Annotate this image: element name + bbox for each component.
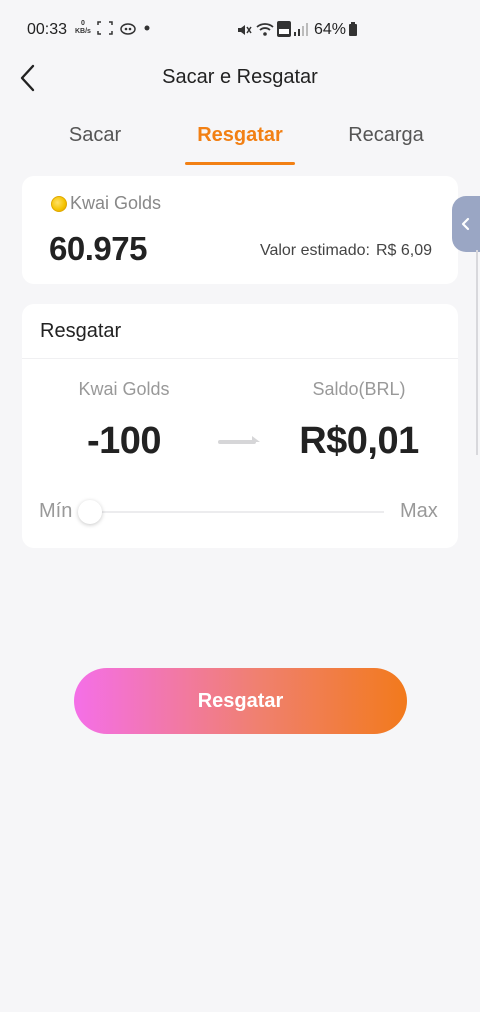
slider-max-label: Max — [400, 500, 438, 522]
redeem-section-title: Resgatar — [40, 320, 122, 342]
balance-card: Kwai Golds 60.975 Valor estimado: R$ 6,09 — [22, 176, 458, 284]
screenshot-icon — [97, 21, 113, 35]
amount-slider-thumb[interactable] — [78, 500, 102, 524]
side-edge-line — [476, 250, 478, 455]
redeem-button[interactable]: Resgatar — [74, 668, 407, 734]
network-speed: 0 KB/s — [75, 20, 91, 35]
tab-resgatar[interactable]: Resgatar — [190, 124, 290, 147]
battery-percent: 64% — [314, 21, 347, 38]
redeem-card: Resgatar Kwai Golds Saldo(BRL) -100 R$0,… — [22, 304, 458, 548]
mute-icon — [238, 25, 252, 35]
status-time: 00:33 — [27, 21, 68, 38]
arrow-right-icon — [218, 436, 260, 444]
to-amount: R$0,01 — [299, 420, 419, 462]
estimated-value: Valor estimado: R$ 6,09 — [260, 242, 432, 260]
tab-sacar[interactable]: Sacar — [60, 124, 130, 147]
amount-slider-track[interactable] — [80, 511, 384, 513]
status-left-icons: 0 KB/s — [75, 20, 151, 36]
tab-bar: Sacar Resgatar Recarga — [0, 120, 480, 170]
balance-currency-label: Kwai Golds — [70, 193, 162, 213]
dot-icon — [144, 25, 150, 31]
active-tab-indicator — [185, 162, 295, 165]
from-currency-label: Kwai Golds — [78, 379, 170, 399]
divider — [22, 358, 458, 359]
wifi-icon — [256, 23, 274, 36]
lte-icon — [277, 21, 291, 37]
side-float-tab[interactable] — [452, 196, 480, 252]
estimated-amount: R$ 6,09 — [375, 242, 432, 259]
balance-amount: 60.975 — [49, 230, 147, 267]
signal-icon — [294, 23, 308, 36]
battery-icon — [349, 22, 357, 36]
chevron-left-icon — [461, 217, 470, 231]
from-amount: -100 — [86, 420, 162, 462]
to-currency-label: Saldo(BRL) — [312, 379, 406, 399]
page-title: Sacar e Resgatar — [162, 66, 318, 88]
tab-recarga[interactable]: Recarga — [340, 124, 432, 147]
status-bar: 00:33 0 KB/s 64% — [0, 0, 480, 58]
app-notification-icon — [120, 23, 136, 35]
coin-icon — [51, 196, 67, 212]
estimated-label: Valor estimado: — [259, 242, 370, 259]
slider-min-label: Mín — [39, 500, 73, 522]
